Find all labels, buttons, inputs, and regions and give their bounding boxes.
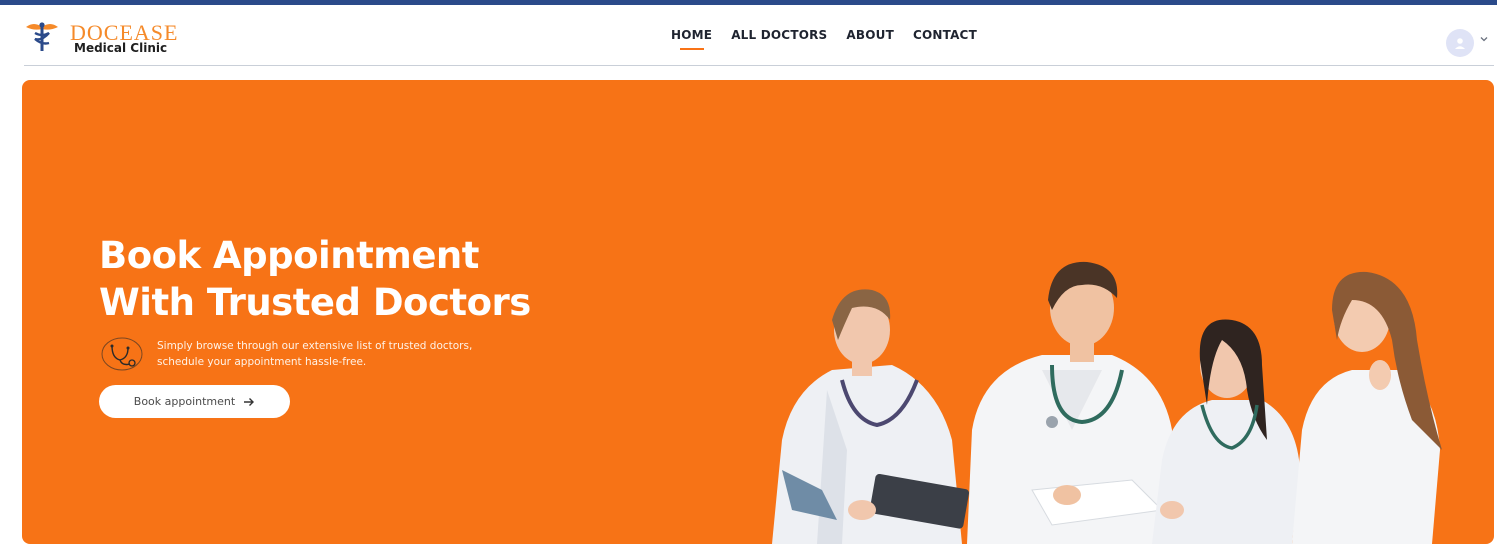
hero-title-line-2: With Trusted Doctors <box>99 281 531 324</box>
navbar: DOCEASE Medical Clinic HOME ALL DOCTORS … <box>0 5 1497 67</box>
hero-description-line-2: schedule your appointment hassle-free. <box>157 356 367 368</box>
active-nav-indicator <box>679 48 704 50</box>
hero-description: Simply browse through our extensive list… <box>100 336 560 376</box>
stethoscope-icon <box>101 337 143 371</box>
main-nav: HOME ALL DOCTORS ABOUT CONTACT <box>671 28 977 50</box>
book-appointment-button[interactable]: Book appointment <box>99 385 290 418</box>
caduceus-icon <box>26 22 58 51</box>
user-icon <box>1455 38 1465 49</box>
doctors-group-image <box>772 261 1442 544</box>
hero-title-line-1: Book Appointment <box>99 234 479 277</box>
book-appointment-label: Book appointment <box>133 395 236 408</box>
doctor-2-figure <box>967 261 1172 544</box>
profile-menu[interactable] <box>1446 29 1488 57</box>
hero-banner: Book Appointment With Trusted Doctors Si… <box>22 80 1494 544</box>
hero-description-text: Simply browse through our extensive list… <box>157 338 557 370</box>
avatar[interactable] <box>1446 29 1474 57</box>
nav-about[interactable]: ABOUT <box>846 28 894 42</box>
nav-contact[interactable]: CONTACT <box>913 28 977 42</box>
nav-home-label: HOME <box>671 28 713 42</box>
nav-all-doctors[interactable]: ALL DOCTORS <box>731 28 827 42</box>
doctor-3-figure <box>1152 319 1300 544</box>
doctor-4-figure <box>1292 271 1442 544</box>
brand-logo[interactable]: DOCEASE Medical Clinic <box>24 21 194 61</box>
hero-description-line-1: Simply browse through our extensive list… <box>157 340 473 352</box>
arrow-right-icon <box>244 397 255 406</box>
chevron-down-icon[interactable] <box>1480 35 1488 43</box>
brand-subtitle: Medical Clinic <box>74 41 168 55</box>
doctor-1-figure <box>772 289 970 544</box>
header-divider <box>24 65 1494 66</box>
nav-home[interactable]: HOME <box>671 28 713 50</box>
hero-title: Book Appointment With Trusted Doctors <box>99 232 531 326</box>
